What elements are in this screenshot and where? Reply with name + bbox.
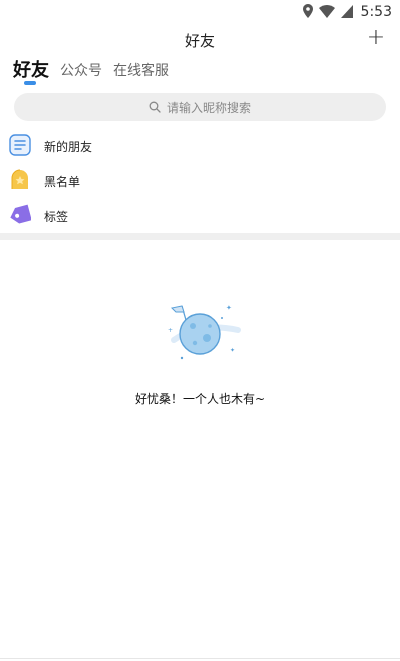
search-icon bbox=[149, 98, 161, 117]
empty-state-message: 好忧桑！一个人也木有~ bbox=[134, 392, 266, 406]
menu-item-label: 黑名单 bbox=[44, 175, 81, 189]
status-bar: 5:53 bbox=[0, 0, 400, 24]
menu-item-blacklist[interactable]: 黑名单 bbox=[0, 164, 400, 198]
page-title: 好友 bbox=[184, 32, 215, 50]
status-icons: 5:53 bbox=[302, 3, 392, 22]
tag-icon bbox=[9, 204, 32, 226]
section-divider bbox=[0, 233, 400, 240]
bottom-divider bbox=[0, 658, 400, 659]
tab-friends[interactable]: 好友 bbox=[13, 56, 49, 82]
new-friends-icon bbox=[9, 134, 31, 156]
svg-text:✦: ✦ bbox=[230, 347, 235, 354]
blacklist-icon bbox=[9, 169, 31, 191]
svg-text:+: + bbox=[168, 327, 173, 334]
location-icon bbox=[302, 3, 313, 22]
tab-online-service[interactable]: 在线客服 bbox=[113, 60, 169, 80]
tab-indicator bbox=[24, 81, 36, 85]
title-bar: 好友 + bbox=[0, 26, 400, 54]
add-button[interactable]: + bbox=[364, 26, 388, 52]
menu-item-label: 新的朋友 bbox=[44, 140, 93, 154]
search-input[interactable]: 请输入昵称搜索 bbox=[14, 93, 386, 121]
search-placeholder: 请输入昵称搜索 bbox=[166, 100, 251, 115]
svg-text:✦: ✦ bbox=[226, 304, 232, 312]
menu-item-tags[interactable]: 标签 bbox=[0, 199, 400, 233]
wifi-icon bbox=[318, 3, 335, 22]
menu-item-new-friends[interactable]: 新的朋友 bbox=[0, 129, 400, 163]
menu-item-label: 标签 bbox=[44, 210, 69, 224]
tab-official-accounts[interactable]: 公众号 bbox=[60, 60, 102, 80]
planet-flag-icon: ✦ + ✦ bbox=[160, 300, 242, 366]
tab-bar: 好友 公众号 在线客服 bbox=[0, 56, 400, 88]
signal-icon bbox=[340, 3, 353, 22]
status-time: 5:53 bbox=[360, 4, 392, 20]
